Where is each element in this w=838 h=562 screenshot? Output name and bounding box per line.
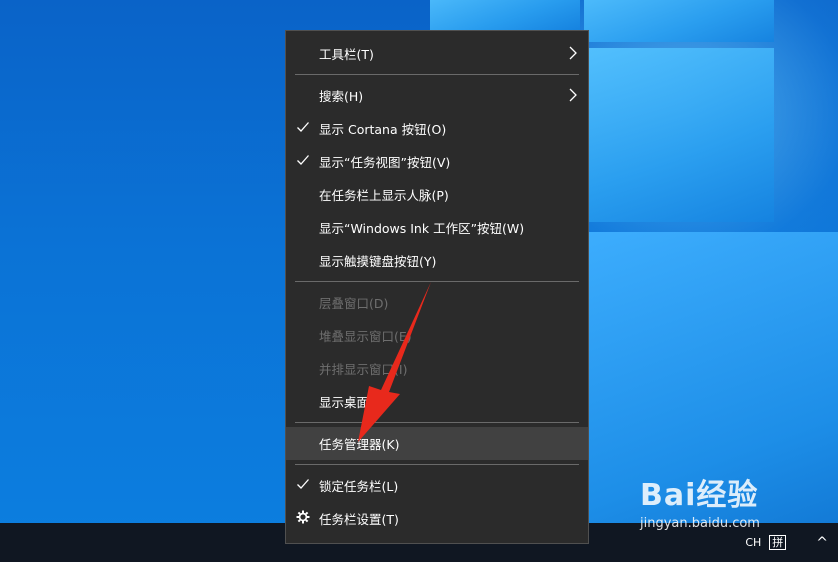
menu-item-show-windows-ink[interactable]: 显示“Windows Ink 工作区”按钮(W) [286, 211, 588, 244]
menu-item-show-cortana[interactable]: 显示 Cortana 按钮(O) [286, 112, 588, 145]
ime-mode-indicator[interactable]: CH [745, 536, 761, 549]
chevron-right-icon [569, 88, 577, 102]
menu-item-show-touch-keyboard[interactable]: 显示触摸键盘按钮(Y) [286, 244, 588, 277]
menu-item-toolbars[interactable]: 工具栏(T) [286, 37, 588, 70]
menu-item-cascade-windows[interactable]: 层叠窗口(D) [286, 286, 588, 319]
menu-item-label: 层叠窗口(D) [319, 296, 389, 311]
menu-item-label: 显示触摸键盘按钮(Y) [319, 254, 437, 269]
menu-item-label: 显示 Cortana 按钮(O) [319, 122, 447, 137]
watermark-url: jingyan.baidu.com [640, 516, 760, 531]
menu-item-show-people[interactable]: 在任务栏上显示人脉(P) [286, 178, 588, 211]
menu-separator [295, 464, 579, 465]
menu-item-label: 任务栏设置(T) [319, 512, 399, 527]
menu-separator [295, 74, 579, 75]
menu-item-side-by-side-windows[interactable]: 并排显示窗口(I) [286, 352, 588, 385]
wallpaper-window-pane [430, 0, 580, 30]
menu-item-label: 显示桌面(S) [319, 395, 387, 410]
wallpaper-window-pane [584, 48, 774, 222]
ime-label[interactable]: 拼 [769, 535, 787, 550]
gear-icon [296, 510, 310, 524]
menu-item-search[interactable]: 搜索(H) [286, 79, 588, 112]
menu-item-label: 锁定任务栏(L) [319, 479, 399, 494]
menu-item-label: 堆叠显示窗口(E) [319, 329, 412, 344]
menu-item-label: 任务管理器(K) [319, 437, 400, 452]
menu-item-task-manager[interactable]: 任务管理器(K) [286, 427, 588, 460]
wallpaper-window-pane [584, 0, 774, 42]
checkmark-icon [297, 155, 309, 165]
menu-item-label: 并排显示窗口(I) [319, 362, 408, 377]
menu-item-lock-taskbar[interactable]: 锁定任务栏(L) [286, 469, 588, 502]
menu-item-label: 显示“任务视图”按钮(V) [319, 155, 451, 170]
menu-item-label: 搜索(H) [319, 89, 364, 104]
baidu-jingyan-watermark: Bai经验 jingyan.baidu.com [640, 470, 760, 531]
menu-item-label: 在任务栏上显示人脉(P) [319, 188, 449, 203]
menu-item-label: 显示“Windows Ink 工作区”按钮(W) [319, 221, 525, 236]
show-hidden-icons-chevron-icon[interactable]: ^ [816, 535, 828, 551]
menu-item-stack-windows[interactable]: 堆叠显示窗口(E) [286, 319, 588, 352]
menu-separator [295, 281, 579, 282]
menu-item-label: 工具栏(T) [319, 47, 374, 62]
menu-item-taskbar-settings[interactable]: 任务栏设置(T) [286, 502, 588, 535]
chevron-right-icon [569, 46, 577, 60]
menu-separator [295, 422, 579, 423]
checkmark-icon [297, 479, 309, 489]
menu-item-show-desktop[interactable]: 显示桌面(S) [286, 385, 588, 418]
checkmark-icon [297, 122, 309, 132]
taskbar-context-menu: 工具栏(T) 搜索(H) 显示 Cortana 按钮(O) 显示“任务视图”按钮… [285, 30, 589, 544]
watermark-logo: Bai经验 [640, 478, 759, 513]
menu-item-show-task-view[interactable]: 显示“任务视图”按钮(V) [286, 145, 588, 178]
